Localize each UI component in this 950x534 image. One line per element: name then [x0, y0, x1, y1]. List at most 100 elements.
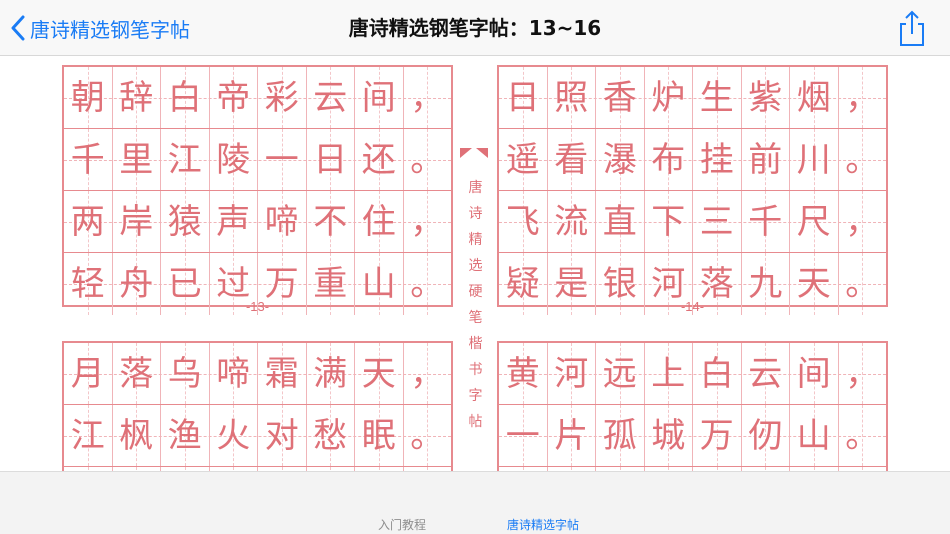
practice-character: 瀑: [602, 139, 637, 180]
grid-cell: 岸: [113, 191, 161, 252]
practice-character: 一: [505, 415, 540, 456]
grid-cell: 江: [64, 405, 113, 466]
practice-character: 布: [651, 139, 686, 180]
practice-character: 枫: [119, 415, 154, 456]
practice-character: 千: [748, 201, 783, 242]
copybook-document[interactable]: 朝 辞 白 帝 彩 云 间 ， 千 里 江 陵 一 日 还 。 两 岸 猿 声 …: [0, 57, 950, 471]
practice-character: 前: [748, 139, 783, 180]
copybook-row: 两 岸 猿 声 啼 不 住 ，: [64, 191, 451, 253]
practice-character: 河: [554, 353, 589, 394]
practice-character: 两: [70, 201, 105, 242]
practice-character: 烟: [796, 77, 831, 118]
grid-cell: 辞: [113, 67, 161, 128]
grid-cell: 孤: [596, 405, 645, 466]
grid-cell: 啼: [210, 343, 258, 404]
practice-character: 仞: [748, 415, 783, 456]
practice-character: 河: [651, 264, 686, 304]
spine-title: 唐 诗 精 选 硬 笔 楷 书 字 帖: [453, 175, 498, 435]
chevron-left-icon: [11, 15, 25, 41]
practice-character: 直: [602, 201, 637, 242]
practice-character: 辞: [119, 77, 154, 118]
grid-cell: 声: [210, 191, 258, 252]
practice-character: 舟: [119, 264, 154, 304]
practice-character: 霜: [264, 353, 299, 394]
practice-character: 。: [410, 139, 445, 180]
grid-cell: 。: [404, 405, 452, 466]
practice-character: 九: [748, 264, 783, 304]
practice-character: 渔: [167, 415, 202, 456]
grid-cell: 千: [64, 129, 113, 190]
practice-character: 。: [410, 264, 445, 304]
practice-character: 云: [748, 353, 783, 394]
practice-character: 挂: [699, 139, 734, 180]
practice-character: ，: [845, 77, 880, 118]
tab-bar: 入门教程 唐诗精选字帖: [0, 471, 950, 534]
practice-character: 乌: [167, 353, 202, 394]
grid-cell: 流: [548, 191, 596, 252]
spine-character: 选: [468, 258, 483, 274]
grid-cell: 一: [258, 129, 307, 190]
grid-cell: 遥: [499, 129, 548, 190]
grid-cell: 下: [645, 191, 693, 252]
practice-character: 。: [845, 415, 880, 456]
practice-character: 飞: [505, 201, 540, 242]
practice-character: 轻: [70, 264, 105, 304]
share-icon: [900, 10, 924, 46]
practice-character: 天: [361, 353, 396, 394]
share-button[interactable]: [896, 8, 928, 48]
book-spine: 唐 诗 精 选 硬 笔 楷 书 字 帖: [453, 57, 498, 471]
grid-cell: 布: [645, 129, 693, 190]
practice-character: 片: [554, 415, 589, 456]
practice-character: 遥: [505, 139, 540, 180]
grid-cell: 两: [64, 191, 113, 252]
practice-character: 月: [70, 353, 105, 394]
copybook-page-14: 日 照 香 炉 生 紫 烟 ， 遥 看 瀑 布 挂 前 川 。 飞 流 直 下 …: [497, 65, 888, 315]
grid-cell: 城: [645, 405, 693, 466]
grid-cell: 间: [790, 343, 839, 404]
grid-cell: 白: [693, 343, 742, 404]
back-button[interactable]: 唐诗精选钢笔字帖: [10, 10, 190, 46]
practice-character: 落: [119, 353, 154, 394]
grid-cell: 生: [693, 67, 742, 128]
practice-character: ，: [410, 353, 445, 394]
grid-cell: 帝: [210, 67, 258, 128]
practice-character: 香: [602, 77, 637, 118]
practice-character: 火: [216, 415, 251, 456]
grid-cell: ，: [839, 191, 887, 252]
practice-character: 银: [602, 264, 637, 304]
grid-cell: 间: [355, 67, 404, 128]
practice-character: 猿: [167, 201, 202, 242]
practice-character: 上: [651, 353, 686, 394]
spine-character: 硬: [468, 284, 483, 300]
spine-character: 书: [468, 362, 483, 378]
grid-cell: 落: [113, 343, 161, 404]
practice-character: 岸: [119, 201, 154, 242]
practice-character: 远: [602, 353, 637, 394]
practice-character: 落: [699, 264, 734, 304]
practice-character: 帝: [216, 77, 251, 118]
grid-cell: 。: [839, 129, 887, 190]
tab-intro-tutorial[interactable]: 入门教程: [378, 516, 426, 534]
grid-cell: 日: [499, 67, 548, 128]
practice-character: 愁: [313, 415, 348, 456]
tab-tang-poems-copybook[interactable]: 唐诗精选字帖: [507, 516, 579, 534]
grid-cell: 看: [548, 129, 596, 190]
grid-cell: 彩: [258, 67, 307, 128]
practice-character: 照: [554, 77, 589, 118]
grid-cell: 月: [64, 343, 113, 404]
grid-cell: 江: [161, 129, 210, 190]
practice-character: 山: [796, 415, 831, 456]
grid-cell: 渔: [161, 405, 210, 466]
practice-character: 孤: [602, 415, 637, 456]
grid-cell: ，: [404, 191, 452, 252]
grid-cell: 云: [307, 67, 355, 128]
practice-character: 间: [361, 77, 396, 118]
grid-cell: 烟: [790, 67, 839, 128]
copybook-page-13: 朝 辞 白 帝 彩 云 间 ， 千 里 江 陵 一 日 还 。 两 岸 猿 声 …: [62, 65, 453, 315]
practice-character: 是: [554, 264, 589, 304]
practice-character: 日: [505, 77, 540, 118]
practice-character: 一: [264, 139, 299, 180]
spine-corner-marks-icon: [460, 148, 488, 158]
practice-character: 白: [167, 77, 202, 118]
practice-character: 白: [699, 353, 734, 394]
